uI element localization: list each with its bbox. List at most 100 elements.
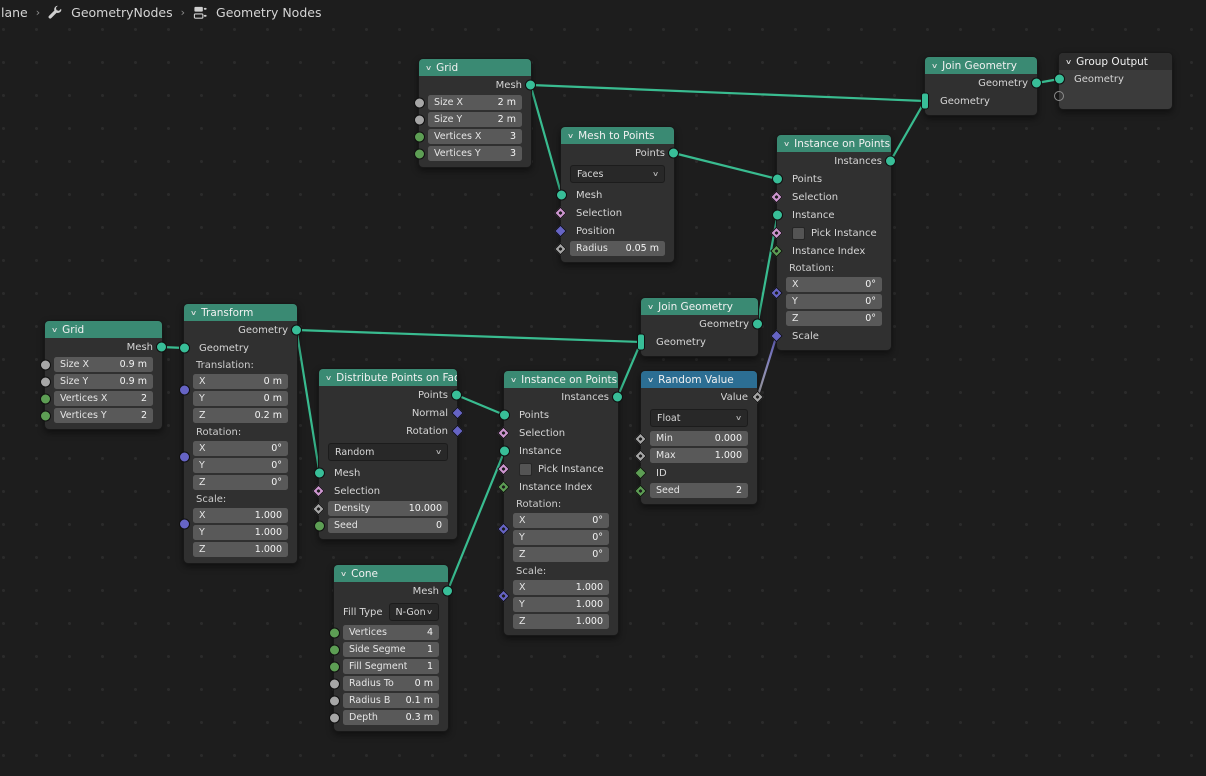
node-header-join_top[interactable]: ∨Join Geometry — [925, 57, 1037, 74]
seed-socket[interactable] — [634, 484, 647, 497]
vertices-y-field[interactable]: Vertices Y2 — [54, 408, 153, 423]
field-seed[interactable]: Seed2 — [641, 482, 757, 499]
node-header-cone[interactable]: ∨Cone — [334, 565, 448, 582]
field-y[interactable]: Y1.000 — [184, 524, 297, 541]
size-y-socket[interactable] — [414, 114, 425, 125]
node-editor-canvas[interactable]: lane › GeometryNodes › Geometry Nodes ∨G… — [0, 0, 1206, 776]
min-socket[interactable] — [634, 432, 647, 445]
z-field[interactable]: Z1.000 — [193, 542, 288, 557]
side-segme-socket[interactable] — [329, 644, 340, 655]
pick-instance-socket[interactable] — [770, 227, 783, 240]
node-iop_top[interactable]: ∨Instance on PointsInstancesPointsSelect… — [776, 134, 892, 351]
y-socket[interactable] — [179, 385, 190, 396]
node-distribute[interactable]: ∨Distribute Points on FacePointsNormalRo… — [318, 368, 458, 540]
instance-socket[interactable] — [499, 446, 510, 457]
vertices-field[interactable]: Vertices4 — [343, 625, 439, 640]
virtual-socket[interactable] — [1054, 91, 1064, 101]
node-header-grid_top[interactable]: ∨Grid — [419, 59, 531, 76]
collapse-chevron-icon[interactable]: ∨ — [931, 62, 938, 70]
field-x[interactable]: X0 m — [184, 373, 297, 390]
size-y-socket[interactable] — [40, 376, 51, 387]
geometry-socket[interactable] — [1054, 74, 1065, 85]
node-grid_top[interactable]: ∨GridMeshSize X2 mSize Y2 mVertices X3Ve… — [418, 58, 532, 168]
node-mesh_to_points[interactable]: ∨Mesh to PointsPointsFaces∨MeshSelection… — [560, 126, 675, 263]
field-vertices-x[interactable]: Vertices X3 — [419, 128, 531, 145]
field-x[interactable]: X0° — [184, 440, 297, 457]
collapse-chevron-icon[interactable]: ∨ — [783, 140, 790, 148]
pick-instance-checkbox[interactable] — [519, 463, 532, 476]
node-header-transform[interactable]: ∨Transform — [184, 304, 297, 321]
field-z[interactable]: Z0° — [504, 546, 618, 563]
seed-socket[interactable] — [314, 520, 325, 531]
geometry-socket[interactable] — [752, 319, 763, 330]
y-field[interactable]: Y1.000 — [193, 525, 288, 540]
node-iop_mid[interactable]: ∨Instance on PointsInstancesPointsSelect… — [503, 370, 619, 636]
field-y[interactable]: Y0 m — [184, 390, 297, 407]
x-field[interactable]: X0° — [513, 513, 609, 528]
position-socket[interactable] — [554, 225, 567, 238]
field-y[interactable]: Y0° — [504, 529, 618, 546]
x-field[interactable]: X1.000 — [193, 508, 288, 523]
checkbox-pick-instance[interactable]: Pick Instance — [504, 460, 618, 478]
dropdown-float[interactable]: Float∨ — [641, 406, 757, 430]
float-dropdown[interactable]: Float∨ — [650, 409, 748, 427]
vertices-socket[interactable] — [329, 627, 340, 638]
pick-instance-checkbox[interactable] — [792, 227, 805, 240]
fill-segment-socket[interactable] — [329, 661, 340, 672]
vertices-y-socket[interactable] — [40, 410, 51, 421]
field-max[interactable]: Max1.000 — [641, 447, 757, 464]
x-field[interactable]: X1.000 — [513, 580, 609, 595]
node-transform[interactable]: ∨TransformGeometryGeometryTranslation:X0… — [183, 303, 298, 564]
field-size-y[interactable]: Size Y2 m — [419, 111, 531, 128]
collapse-chevron-icon[interactable]: ∨ — [1065, 58, 1072, 66]
field-vertices-y[interactable]: Vertices Y2 — [45, 407, 162, 424]
node-random_value[interactable]: ∨Random ValueValueFloat∨Min0.000Max1.000… — [640, 370, 758, 505]
checkbox-pick-instance[interactable]: Pick Instance — [777, 224, 891, 242]
node-cone[interactable]: ∨ConeMeshFill TypeN-Gon∨Vertices4Side Se… — [333, 564, 449, 732]
collapse-chevron-icon[interactable]: ∨ — [425, 64, 432, 72]
instance-index-socket[interactable] — [770, 245, 783, 258]
node-header-iop_mid[interactable]: ∨Instance on Points — [504, 371, 618, 388]
radius-b-field[interactable]: Radius B0.1 m — [343, 693, 439, 708]
mesh-socket[interactable] — [556, 190, 567, 201]
node-header-distribute[interactable]: ∨Distribute Points on Face — [319, 369, 457, 386]
value-socket[interactable] — [751, 391, 764, 404]
seed-field[interactable]: Seed2 — [650, 483, 748, 498]
radius-to-field[interactable]: Radius To0 m — [343, 676, 439, 691]
mesh-socket[interactable] — [156, 342, 167, 353]
node-header-group_output[interactable]: ∨Group Output — [1059, 53, 1172, 70]
field-z[interactable]: Z1.000 — [184, 541, 297, 558]
selection-socket[interactable] — [312, 485, 325, 498]
vertices-y-field[interactable]: Vertices Y3 — [428, 146, 522, 161]
normal-socket[interactable] — [451, 407, 464, 420]
dropdown-random[interactable]: Random∨ — [319, 440, 457, 464]
points-socket[interactable] — [772, 174, 783, 185]
dropdown_labeled-fill-type[interactable]: Fill TypeN-Gon∨ — [334, 600, 448, 624]
depth-socket[interactable] — [329, 712, 340, 723]
x-field[interactable]: X0° — [193, 441, 288, 456]
size-y-field[interactable]: Size Y2 m — [428, 112, 522, 127]
field-x[interactable]: X0° — [504, 512, 618, 529]
max-field[interactable]: Max1.000 — [650, 448, 748, 463]
z-field[interactable]: Z0° — [513, 547, 609, 562]
faces-dropdown[interactable]: Faces∨ — [570, 165, 665, 183]
points-socket[interactable] — [668, 148, 679, 159]
points-socket[interactable] — [451, 390, 462, 401]
n-gon-dropdown[interactable]: N-Gon∨ — [389, 603, 439, 621]
z-field[interactable]: Z0° — [786, 311, 882, 326]
instance-index-socket[interactable] — [497, 481, 510, 494]
radius-to-socket[interactable] — [329, 678, 340, 689]
node-header-join_mid[interactable]: ∨Join Geometry — [641, 298, 758, 315]
field-radius-to[interactable]: Radius To0 m — [334, 675, 448, 692]
instances-socket[interactable] — [612, 392, 623, 403]
x-field[interactable]: X0 m — [193, 374, 288, 389]
mesh-socket[interactable] — [442, 586, 453, 597]
selection-socket[interactable] — [554, 207, 567, 220]
node-header-random_value[interactable]: ∨Random Value — [641, 371, 757, 388]
geometry-socket[interactable] — [921, 93, 929, 110]
field-vertices-y[interactable]: Vertices Y3 — [419, 145, 531, 162]
depth-field[interactable]: Depth0.3 m — [343, 710, 439, 725]
field-z[interactable]: Z0° — [777, 310, 891, 327]
geometry-socket[interactable] — [637, 334, 645, 351]
vertices-y-socket[interactable] — [414, 148, 425, 159]
